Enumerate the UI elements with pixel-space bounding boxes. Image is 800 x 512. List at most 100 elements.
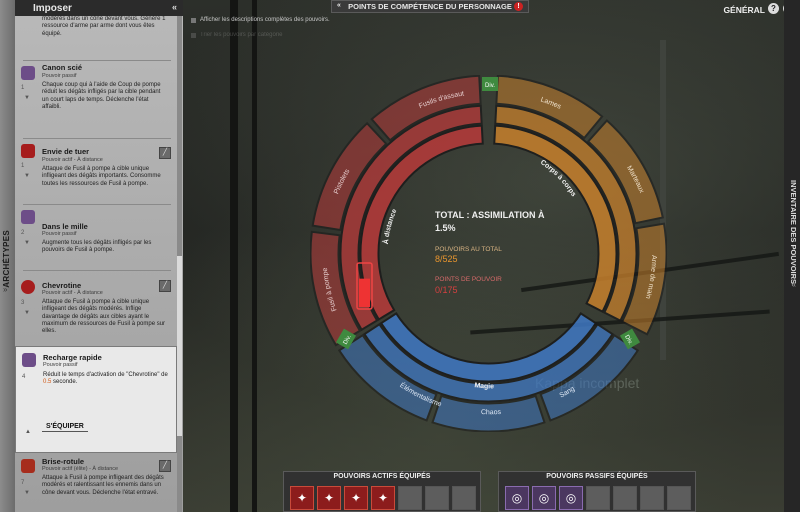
divider [23,270,171,271]
full-descriptions-checkbox[interactable] [191,18,196,23]
empty-slot[interactable] [398,486,422,510]
active-powers-title: POUVOIRS ACTIFS ÉQUIPÉS [333,473,431,480]
archetypes-label: ARCHÉTYPES [2,230,11,288]
power-rank: 7 [21,480,25,486]
power-name: Canon scié [42,63,83,72]
general-tab[interactable]: GÉNÉRAL [723,5,765,15]
shotgun-sawed-icon [21,66,35,80]
buckshot-icon [21,280,35,294]
passive-powers-title: POUVOIRS PASSIFS ÉQUIPÉS [546,473,648,480]
power-description: Attaque de Fusil à pompe à cible unique … [42,299,166,335]
tree-trunk [252,0,257,512]
reload-icon [22,353,36,367]
alert-icon[interactable]: ! [514,2,523,11]
equipped-slot[interactable]: ✦ [371,486,395,510]
power-type: Pouvoir actif - À distance [42,157,103,163]
shotgun-type-icon: ╱ [159,280,171,292]
skill-wheel: Fusils d'assaut Pistolets Fusil à pompe … [310,75,667,432]
collapse-icon[interactable]: « [172,2,177,12]
passive-powers-bar: POUVOIRS PASSIFS ÉQUIPÉS ◎ ◎ ◎ [498,471,696,512]
archetypes-tab[interactable]: ARCHÉTYPES » [0,0,15,512]
chevron-down-icon: ▼ [24,310,30,316]
shotgun-type-icon: ╱ [159,460,171,472]
wheel-rings [310,75,667,432]
shotgun-blast-icon [21,144,35,158]
sort-checkbox[interactable] [191,33,196,38]
power-rank: 2 [21,230,25,236]
power-type: Pouvoir passif [42,231,77,237]
target-hand-icon: ◎ [565,491,577,505]
power-description: Attaque à Fusil à pompe infligeant des d… [42,475,164,496]
panel-title: Imposer [33,2,72,14]
kneecap-icon [21,459,35,473]
power-description: Attaque de Fusil à pompe à cible unique … [42,166,161,187]
buckshot-icon: ✦ [377,491,389,505]
chevron-down-icon: ▼ [24,95,30,101]
scrollbar[interactable] [177,16,182,512]
active-powers-bar: POUVOIRS ACTIFS ÉQUIPÉS ✦ ✦ ✦ ✦ [283,471,481,512]
skill-points-header: « POINTS DE COMPÉTENCE DU PERSONNAGE ! [331,0,529,13]
chevron-down-icon: ▼ [24,490,30,496]
power-description: Chaque coup qui à l'aide de Coup de pomp… [42,82,161,110]
segment-label-magic[interactable]: Magie [474,382,494,390]
page-title: POINTS DE COMPÉTENCE DU PERSONNAGE [348,2,512,11]
collapse-up-icon[interactable]: « [337,2,341,9]
division-label: Div. [485,83,495,89]
shotgun-sawed-icon: ◎ [511,491,523,505]
empty-slot[interactable] [425,486,449,510]
equipped-slot[interactable]: ✦ [290,486,314,510]
power-description: Réduit le temps d'activation de "Chevrot… [43,372,168,387]
equipped-slot[interactable]: ✦ [344,486,368,510]
shotgun-wing-icon: ✦ [350,491,362,505]
equipped-slot[interactable]: ✦ [317,486,341,510]
divider [23,138,171,139]
power-name: Dans le mille [42,222,88,231]
scrollbar-thumb[interactable] [177,256,182,436]
total-assimilation: TOTAL : ASSIMILATION À 1.5% [435,210,545,233]
power-rank: 1 [21,85,25,91]
power-type: Pouvoir actif (élite) - À distance [42,466,119,472]
power-type: Pouvoir passif [43,362,78,368]
segment-label-chaos[interactable]: Chaos [481,409,502,416]
shotgun-progress-fill [359,278,370,307]
empty-slot[interactable] [667,486,691,510]
power-rank: 1 [21,163,25,169]
empty-slot[interactable] [640,486,664,510]
chevron-left-icon: « [791,280,796,289]
power-inventory-tab[interactable]: INVENTAIRE DES POUVOIRS « [784,0,800,512]
equipped-slot[interactable]: ◎ [505,486,529,510]
power-points-value: 0/175 [435,285,458,295]
target-hand-icon [21,210,35,224]
power-type: Pouvoir passif [42,73,77,79]
power-list-panel: Imposer « modérés dans un cône devant vo… [15,0,183,512]
divider [23,204,171,205]
equipped-slot[interactable]: ◎ [532,486,556,510]
power-points-label: POINTS DE POUVOIR [435,276,502,283]
empty-slot[interactable] [613,486,637,510]
total-powers-label: POUVOIRS AU TOTAL [435,246,502,253]
chevron-down-icon: ▼ [24,173,30,179]
description-text: seconde. [51,379,78,386]
full-descriptions-label: Afficher les descriptions complètes des … [200,17,330,23]
equip-button[interactable]: S'ÉQUIPER [42,422,88,432]
power-description: Augmente tous les dégâts infligés par le… [42,240,152,254]
power-rank: 3 [21,300,25,306]
chevron-right-icon: » [3,285,8,294]
chevron-up-icon: ▲ [25,429,31,435]
description-text: Réduit le temps d'activation de "Chevrot… [43,372,168,378]
help-button[interactable]: ? [768,3,779,14]
equipped-slot[interactable]: ◎ [559,486,583,510]
inventory-label: INVENTAIRE DES POUVOIRS [789,180,798,285]
power-name: Envie de tuer [42,147,90,156]
power-type: Pouvoir actif - À distance [42,290,103,296]
power-name: Brise-rotule [42,457,85,466]
hammer-icon: ✦ [323,491,335,505]
power-name: Recharge rapide [43,353,102,362]
empty-slot[interactable] [452,486,476,510]
reload-icon: ◎ [538,491,550,505]
selected-power-card[interactable]: 4 Recharge rapide Pouvoir passif Réduit … [15,346,177,453]
tree-trunk [230,0,238,512]
shotgun-type-icon: ╱ [159,147,171,159]
empty-slot[interactable] [586,486,610,510]
sort-label: Trier les pouvoirs par catégorie [200,32,283,38]
